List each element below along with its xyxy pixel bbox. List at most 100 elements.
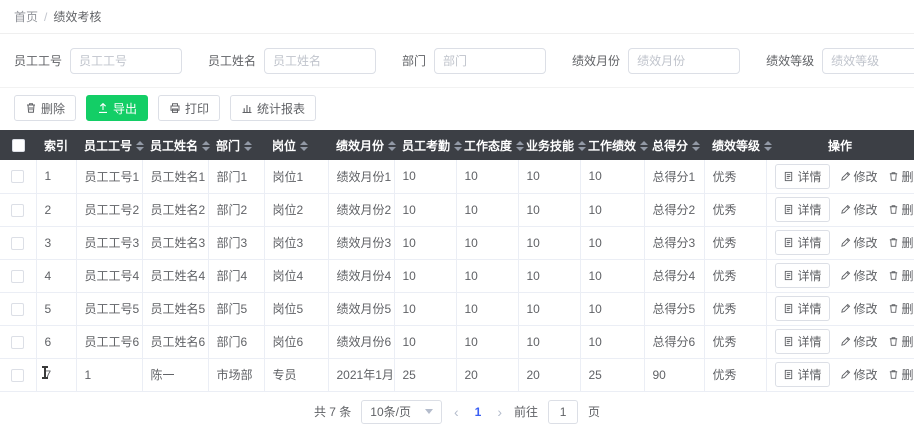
cell-index: 7	[35, 358, 77, 392]
row-actions-cell: 详情 修改 删除	[765, 193, 914, 227]
cell-department: 部门4	[207, 259, 265, 293]
sort-icon[interactable]	[578, 141, 587, 152]
edit-button[interactable]: 修改	[840, 300, 878, 317]
delete-row-button[interactable]: 删除	[888, 201, 914, 218]
edit-button[interactable]: 修改	[840, 267, 878, 284]
delete-row-button[interactable]: 删除	[888, 234, 914, 251]
column-header[interactable]: 员工工号	[76, 130, 145, 160]
sort-icon[interactable]	[640, 141, 649, 152]
delete-row-button[interactable]: 删除	[888, 366, 914, 383]
edit-button[interactable]: 修改	[840, 201, 878, 218]
filter-label: 部门	[402, 54, 427, 68]
row-checkbox[interactable]	[11, 203, 25, 217]
edit-button-label: 修改	[853, 302, 878, 316]
edit-button[interactable]: 修改	[840, 234, 878, 251]
breadcrumb-separator: /	[44, 9, 48, 24]
cell-employee-id: 员工工号2	[75, 193, 143, 227]
delete-row-button[interactable]: 删除	[888, 168, 914, 185]
filter-input[interactable]	[822, 47, 914, 74]
column-header[interactable]: 总得分	[644, 130, 704, 160]
column-header: 索引	[36, 130, 76, 160]
column-header[interactable]: 部门	[208, 130, 264, 160]
row-checkbox[interactable]	[11, 368, 25, 382]
cell-attendance: 10	[393, 193, 457, 227]
column-header[interactable]: 员工考勤	[394, 130, 463, 160]
filter-group: 员工姓名	[208, 47, 377, 74]
edit-button[interactable]: 修改	[840, 366, 878, 383]
cell-position: 岗位6	[263, 325, 329, 359]
edit-button[interactable]: 修改	[840, 168, 878, 185]
sort-icon[interactable]	[388, 141, 397, 152]
cell-index: 3	[35, 226, 77, 260]
filter-input[interactable]	[264, 47, 377, 74]
cell-employee-name: 员工姓名2	[141, 193, 209, 227]
report-button[interactable]: 统计报表	[230, 95, 317, 121]
edit-button-label: 修改	[853, 335, 878, 349]
delete-button-label: 删除	[41, 101, 66, 116]
edit-button-label: 修改	[853, 203, 878, 217]
trash-icon	[888, 204, 899, 215]
sort-icon[interactable]	[202, 141, 211, 152]
row-checkbox[interactable]	[11, 269, 25, 283]
filter-input[interactable]	[628, 47, 741, 74]
export-button[interactable]: 导出	[86, 95, 149, 121]
cell-grade: 优秀	[703, 325, 767, 359]
row-checkbox[interactable]	[11, 236, 25, 250]
delete-button[interactable]: 删除	[14, 95, 77, 121]
column-header: 操作	[766, 130, 914, 160]
cell-attendance: 10	[393, 160, 457, 194]
sort-icon[interactable]	[300, 141, 309, 152]
edit-button-label: 修改	[853, 236, 878, 250]
detail-button[interactable]: 详情	[774, 362, 830, 387]
delete-row-button[interactable]: 删除	[888, 267, 914, 284]
sort-icon[interactable]	[516, 141, 525, 152]
row-checkbox[interactable]	[11, 302, 25, 316]
detail-button[interactable]: 详情	[774, 197, 830, 222]
detail-button-label: 详情	[797, 269, 822, 283]
breadcrumb-home[interactable]: 首页	[14, 8, 38, 25]
cell-attitude: 10	[455, 292, 519, 326]
column-header[interactable]: 工作绩效	[580, 130, 649, 160]
edit-button[interactable]: 修改	[840, 333, 878, 350]
sort-icon[interactable]	[244, 141, 253, 152]
filter-label: 员工工号	[14, 54, 63, 68]
column-header[interactable]: 工作态度	[456, 130, 525, 160]
cell-employee-id: 员工工号3	[75, 226, 143, 260]
sort-icon[interactable]	[454, 141, 463, 152]
column-header[interactable]: 业务技能	[518, 130, 587, 160]
print-button[interactable]: 打印	[158, 95, 221, 121]
cell-index: 1	[35, 160, 77, 194]
detail-button[interactable]: 详情	[774, 263, 830, 288]
sort-icon[interactable]	[764, 141, 773, 152]
filter-group: 绩效等级	[766, 47, 914, 74]
cell-grade: 优秀	[703, 259, 767, 293]
row-checkbox-cell	[0, 226, 37, 260]
column-header[interactable]: 绩效等级	[704, 130, 773, 160]
filter-input[interactable]	[70, 47, 183, 74]
document-icon	[783, 336, 794, 347]
column-header[interactable]: 员工姓名	[142, 130, 211, 160]
detail-button[interactable]: 详情	[774, 230, 830, 255]
row-checkbox[interactable]	[11, 170, 25, 184]
row-checkbox-cell	[0, 259, 37, 293]
document-icon	[783, 171, 794, 182]
detail-button[interactable]: 详情	[774, 163, 830, 189]
column-header[interactable]: 岗位	[264, 130, 328, 160]
detail-button[interactable]: 详情	[774, 329, 830, 354]
detail-button[interactable]: 详情	[774, 296, 830, 321]
cell-grade: 优秀	[703, 160, 767, 194]
delete-row-button[interactable]: 删除	[888, 300, 914, 317]
cell-department: 市场部	[207, 358, 265, 392]
delete-row-button[interactable]: 删除	[888, 333, 914, 350]
report-button-label: 统计报表	[257, 101, 306, 116]
printer-icon	[169, 102, 181, 114]
document-icon	[783, 204, 794, 215]
sort-icon[interactable]	[692, 141, 701, 152]
row-checkbox[interactable]	[11, 335, 25, 349]
sort-icon[interactable]	[136, 141, 145, 152]
delete-row-button-label: 删除	[901, 269, 914, 283]
filter-input[interactable]	[434, 47, 547, 74]
select-all-checkbox[interactable]	[11, 139, 25, 153]
column-header[interactable]: 绩效月份	[328, 130, 397, 160]
cell-position: 专员	[263, 358, 329, 392]
